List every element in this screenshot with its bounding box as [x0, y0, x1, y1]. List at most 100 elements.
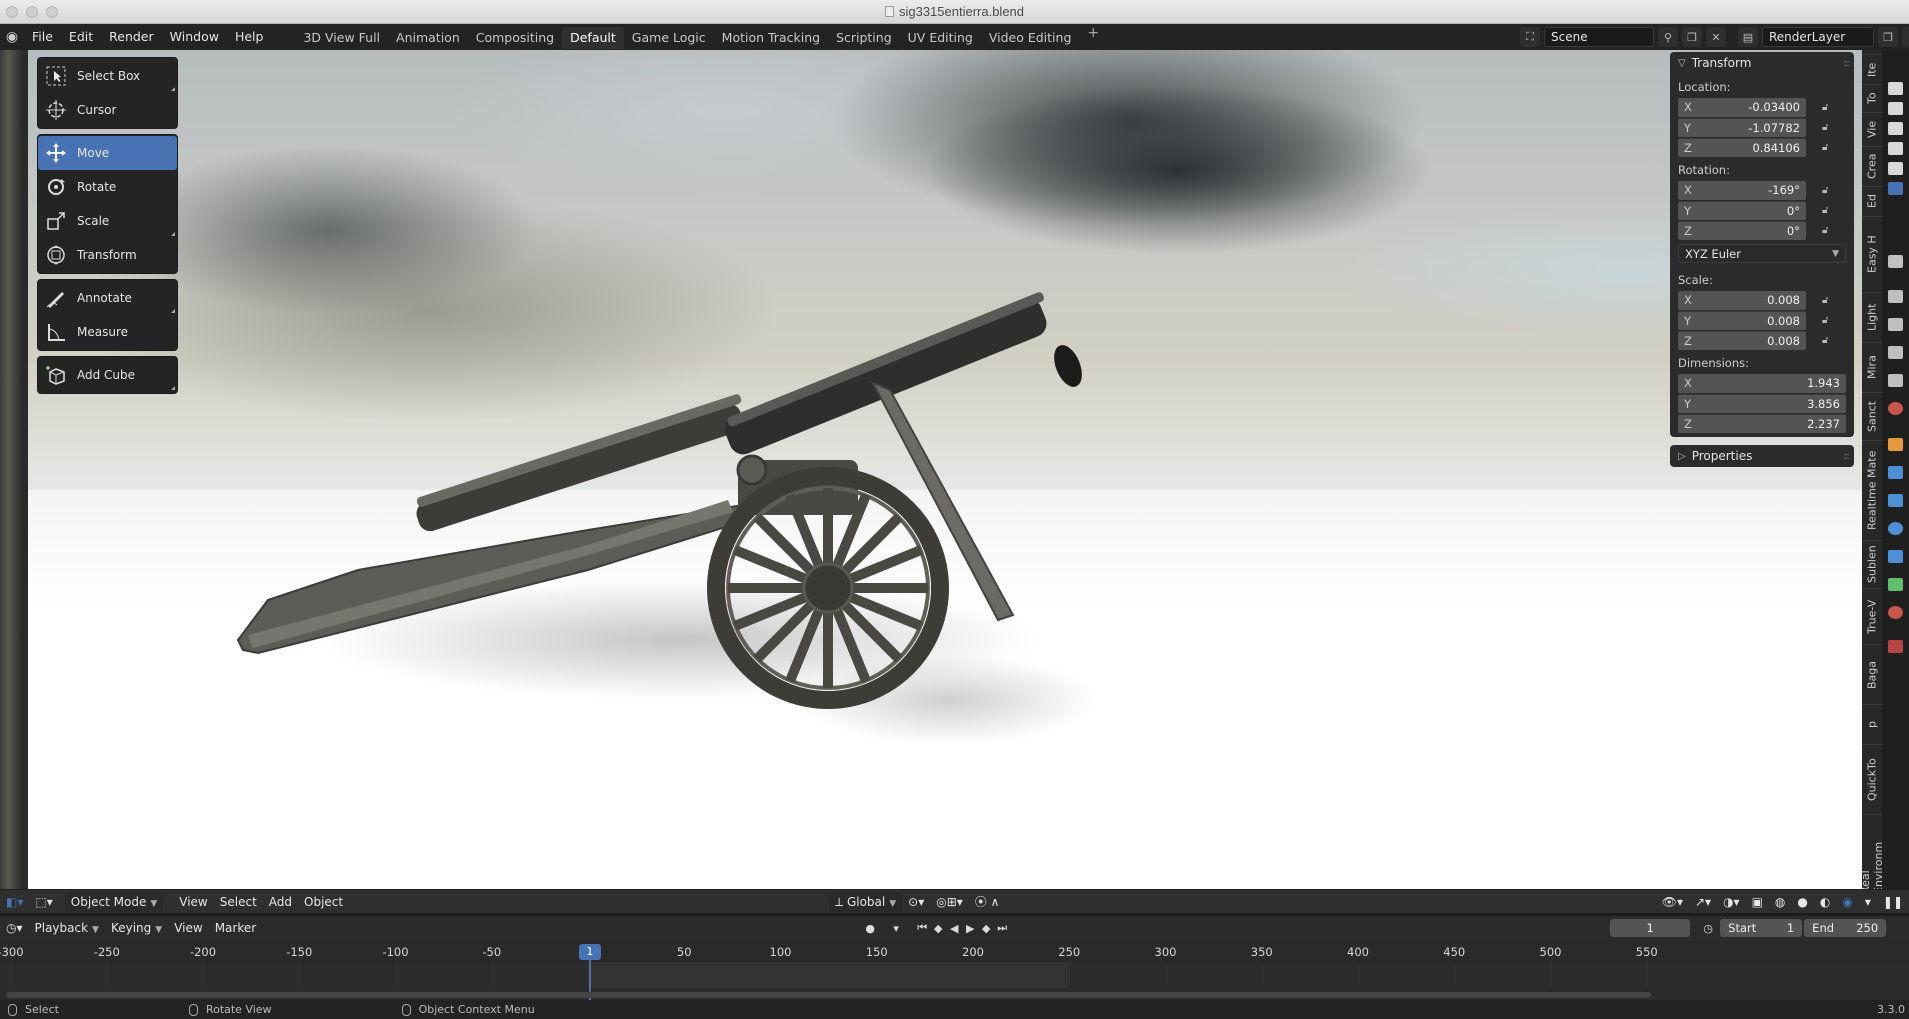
rendered-shading-icon[interactable]: ◉	[1836, 892, 1858, 912]
location-z-field[interactable]: Z 0.84106	[1678, 137, 1806, 157]
play-reverse-icon[interactable]: ◀	[946, 920, 962, 936]
render-camera-icon[interactable]	[1888, 122, 1903, 135]
menu-file[interactable]: File	[24, 24, 61, 50]
new-scene-icon[interactable]: ❐	[1682, 27, 1702, 47]
dimensions-y-field[interactable]: Y 3.856	[1678, 393, 1846, 413]
menu-select[interactable]: Select	[214, 892, 263, 912]
material-shading-icon[interactable]: ◐	[1814, 892, 1836, 912]
tab-animation[interactable]: Animation	[388, 27, 468, 49]
record-icon[interactable]: ●	[862, 920, 878, 936]
transform-panel-header[interactable]: ▽ Transform ::::	[1670, 52, 1854, 74]
render-camera-icon[interactable]	[1888, 102, 1903, 115]
transform-orientation-dropdown[interactable]: ⟂ Global ▼	[829, 891, 903, 912]
add-workspace-button[interactable]: +	[1079, 25, 1107, 49]
shading-options-icon[interactable]: ▾	[1859, 892, 1877, 912]
properties-panel-header[interactable]: ▷ Properties ::::	[1670, 445, 1854, 467]
constraints-icon[interactable]	[1888, 550, 1903, 563]
new-view-layer-icon[interactable]: ❐	[1878, 27, 1898, 47]
render-camera-icon[interactable]	[1888, 82, 1903, 95]
object-data-icon[interactable]	[1888, 578, 1903, 591]
tab-video-editing[interactable]: Video Editing	[981, 27, 1080, 49]
tool-add-cube[interactable]: Add Cube	[38, 358, 177, 392]
sidebar-tab-item[interactable]: Ite	[1862, 54, 1882, 84]
render-camera-icon[interactable]	[1888, 182, 1903, 195]
proportional-edit-icon[interactable]: ⦿ ∧	[969, 892, 1006, 912]
material-icon[interactable]	[1888, 606, 1903, 619]
render-icon[interactable]	[1888, 290, 1903, 303]
tool-icon[interactable]	[1888, 255, 1903, 268]
sidebar-tab-sanct[interactable]: Sanct	[1862, 392, 1882, 440]
sidebar-tab-realtime-mate[interactable]: Realtime Mate	[1862, 440, 1882, 540]
unlock-icon[interactable]: 🔓︎	[1822, 185, 1838, 196]
sidebar-tab-create[interactable]: Crea	[1862, 146, 1882, 186]
unlock-icon[interactable]: 🔓︎	[1822, 205, 1838, 216]
scale-z-field[interactable]: Z 0.008	[1678, 330, 1806, 350]
tool-transform[interactable]: Transform	[38, 238, 177, 272]
tab-default[interactable]: Default	[562, 27, 624, 49]
sidebar-tab-true-v[interactable]: True-V	[1862, 588, 1882, 644]
sidebar-tab-p[interactable]: p	[1862, 704, 1882, 744]
texture-icon[interactable]	[1888, 640, 1903, 653]
cannon-model[interactable]	[28, 50, 1864, 895]
xray-icon[interactable]: ▣	[1746, 892, 1769, 912]
output-icon[interactable]	[1888, 318, 1903, 331]
modifier-wrench-icon[interactable]	[1888, 466, 1903, 479]
play-icon[interactable]: ▶	[962, 920, 978, 936]
snap-icon[interactable]: ◎⊞▾	[930, 892, 969, 912]
unlock-icon[interactable]: 🔓︎	[1822, 335, 1838, 346]
tab-3d-view-full[interactable]: 3D View Full	[295, 27, 388, 49]
start-frame-field[interactable]: Start 1	[1720, 919, 1803, 937]
sidebar-tab-tool[interactable]: To	[1862, 84, 1882, 112]
object-mode-dropdown[interactable]: Object Mode ▼	[64, 891, 164, 912]
pin-icon[interactable]: ⚲	[1658, 27, 1678, 47]
sidebar-tab-light[interactable]: Light	[1862, 292, 1882, 342]
tool-rotate[interactable]: Rotate	[38, 170, 177, 204]
jump-start-icon[interactable]: ⏮	[914, 920, 930, 936]
tab-uv-editing[interactable]: UV Editing	[900, 27, 981, 49]
prev-keyframe-icon[interactable]: ◆	[930, 920, 946, 936]
wireframe-shading-icon[interactable]: ◍	[1769, 892, 1791, 912]
unlock-icon[interactable]: 🔓︎	[1822, 122, 1838, 133]
unlock-icon[interactable]: 🔓︎	[1822, 315, 1838, 326]
frame-ruler[interactable]: -300 -250 -200 -150 -100 -50 50 100 150 200 250 300…	[0, 940, 1909, 962]
render-camera-icon[interactable]	[1888, 142, 1903, 155]
view-layer-field[interactable]: RenderLayer	[1762, 27, 1874, 47]
select-mode-icon[interactable]: ⬚▾	[29, 892, 58, 912]
editor-type-icon[interactable]: ◧▾	[0, 892, 29, 912]
tab-scripting[interactable]: Scripting	[828, 27, 900, 49]
scene-icon[interactable]: ⛶	[1520, 27, 1540, 47]
menu-marker[interactable]: Marker	[209, 918, 262, 938]
rotation-mode-select[interactable]: XYZ Euler ▼	[1678, 244, 1846, 263]
tool-cursor[interactable]: Cursor	[38, 93, 177, 127]
current-frame-field[interactable]: 1	[1610, 919, 1691, 937]
end-frame-field[interactable]: End 250	[1804, 919, 1887, 937]
view-layer-icon[interactable]	[1888, 346, 1903, 359]
gizmo-icon[interactable]: ↗▾	[1689, 892, 1717, 912]
solid-shading-icon[interactable]: ●	[1791, 892, 1813, 912]
tool-annotate[interactable]: Annotate	[38, 281, 177, 315]
overlays-icon[interactable]: ◑▾	[1717, 892, 1746, 912]
location-x-field[interactable]: X -0.03400	[1678, 97, 1806, 117]
unlock-icon[interactable]: 🔓︎	[1822, 142, 1838, 153]
dimensions-z-field[interactable]: Z 2.237	[1678, 413, 1846, 433]
keyframe-dropdown-icon[interactable]: ▾	[878, 920, 914, 936]
menu-object[interactable]: Object	[298, 892, 349, 912]
sidebar-tab-baga[interactable]: Baga	[1862, 644, 1882, 704]
scene-field[interactable]: Scene	[1544, 27, 1654, 47]
unlock-icon[interactable]: 🔓︎	[1822, 102, 1838, 113]
unlock-icon[interactable]: 🔓︎	[1822, 295, 1838, 306]
clock-icon[interactable]: ◷	[1700, 920, 1716, 936]
tool-measure[interactable]: Measure	[38, 315, 177, 349]
world-icon[interactable]	[1888, 402, 1903, 415]
rotation-x-field[interactable]: X -169°	[1678, 180, 1806, 200]
scale-x-field[interactable]: X 0.008	[1678, 290, 1806, 310]
sidebar-tab-edit[interactable]: Ed	[1862, 186, 1882, 216]
rotation-z-field[interactable]: Z 0°	[1678, 220, 1806, 240]
tool-scale[interactable]: Scale	[38, 204, 177, 238]
menu-view[interactable]: View	[173, 892, 213, 912]
menu-render[interactable]: Render	[101, 24, 162, 50]
physics-icon[interactable]	[1888, 522, 1903, 535]
scale-y-field[interactable]: Y 0.008	[1678, 310, 1806, 330]
drag-handle-icon[interactable]: ::::	[1843, 58, 1851, 69]
playhead[interactable]: 1	[578, 944, 601, 960]
